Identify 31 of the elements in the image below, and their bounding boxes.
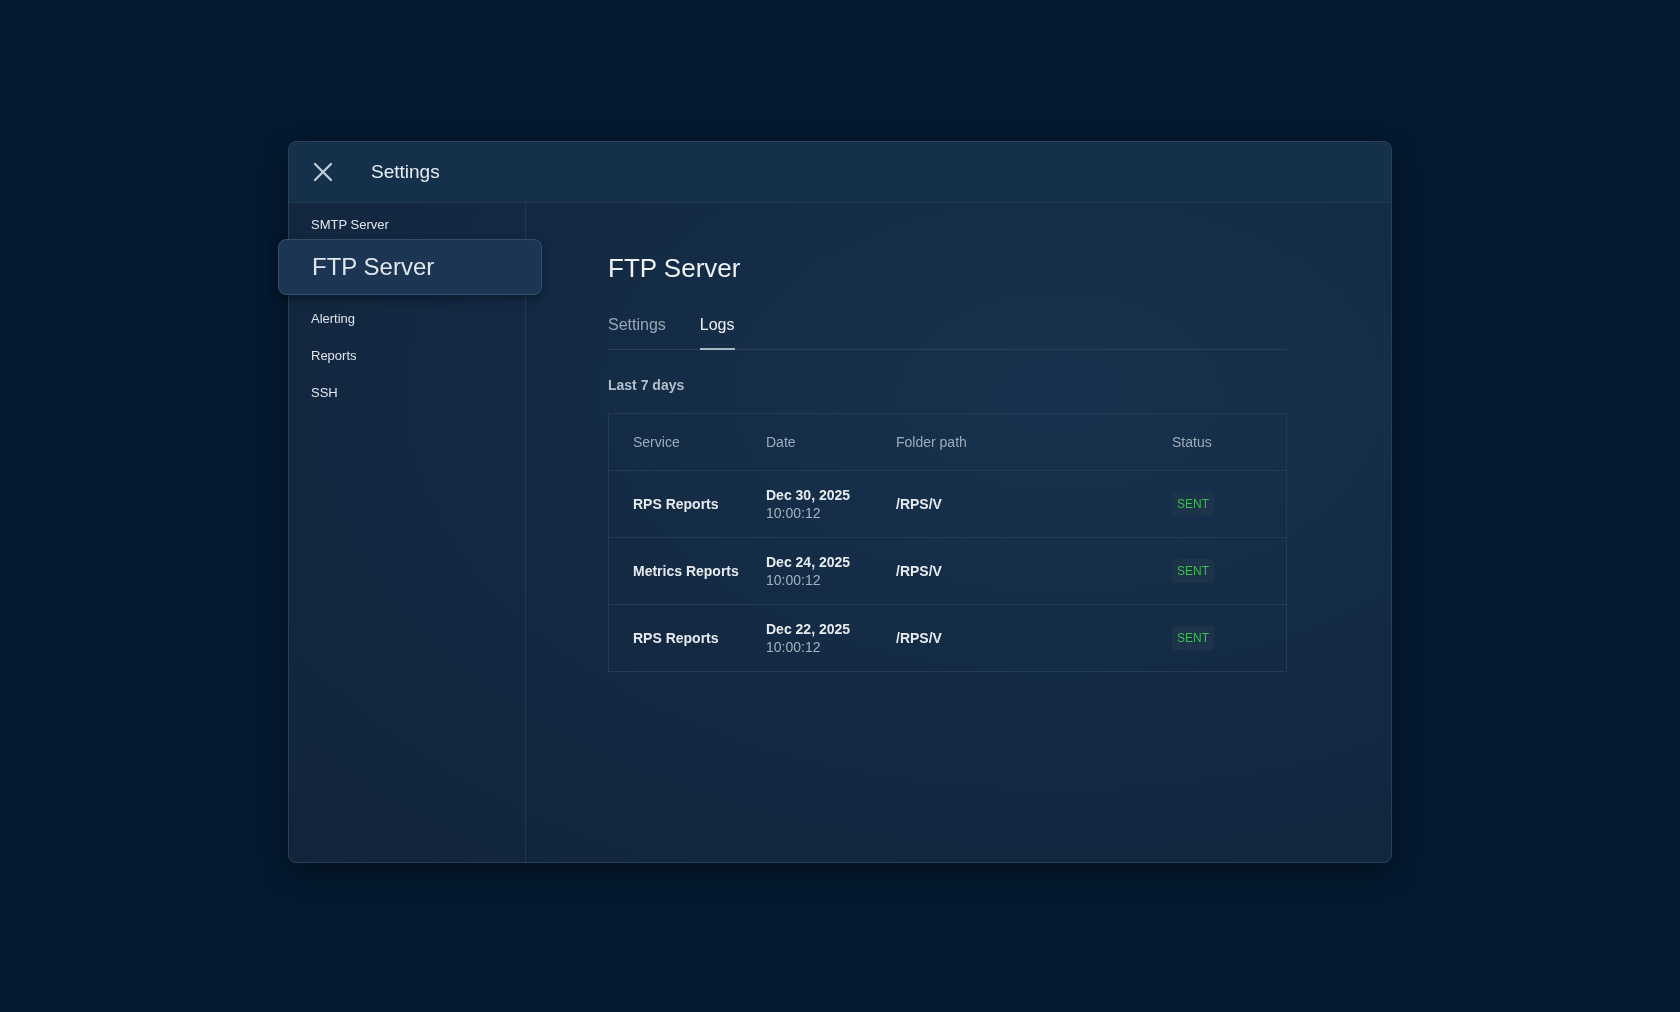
folder-path-cell-text: /RPS/V (896, 496, 943, 512)
service-cell-text: RPS Reports (633, 496, 720, 512)
tab[interactable]: Logs (699, 310, 735, 350)
date-text: Dec 22, 2025 (766, 621, 852, 637)
column-header: Status (1172, 434, 1213, 450)
sidebar-item[interactable]: SMTP Server (289, 213, 525, 237)
close-button[interactable] (311, 160, 335, 184)
service-cell-text: Metrics Reports (633, 563, 740, 579)
status-tag: SENT (1172, 559, 1214, 583)
time-text: 10:00:12 (766, 572, 822, 588)
status-tag: SENT (1172, 492, 1214, 516)
date-range-label: Last 7 days (608, 377, 686, 393)
folder-path-cell-text: /RPS/V (896, 563, 943, 579)
column-header: Date (766, 434, 797, 450)
folder-path-cell-text: /RPS/V (896, 630, 943, 646)
window-title: Settings (371, 161, 440, 183)
sidebar-item[interactable]: SSH (289, 374, 525, 411)
time-text: 10:00:12 (766, 505, 822, 521)
date-text: Dec 24, 2025 (766, 554, 852, 570)
column-header: Folder path (896, 434, 968, 450)
sidebar-item[interactable]: Reports (289, 337, 525, 374)
time-text: 10:00:12 (766, 639, 822, 655)
page-title: FTP Server (608, 253, 742, 284)
status-tag: SENT (1172, 626, 1214, 650)
close-icon (313, 162, 333, 182)
sidebar-item[interactable]: Alerting (289, 300, 525, 337)
date-text: Dec 30, 2025 (766, 487, 852, 503)
tab[interactable]: Settings (608, 310, 666, 350)
sidebar-item[interactable]: FTP Server (278, 239, 542, 295)
service-cell-text: RPS Reports (633, 630, 720, 646)
column-header: Service (633, 434, 681, 450)
